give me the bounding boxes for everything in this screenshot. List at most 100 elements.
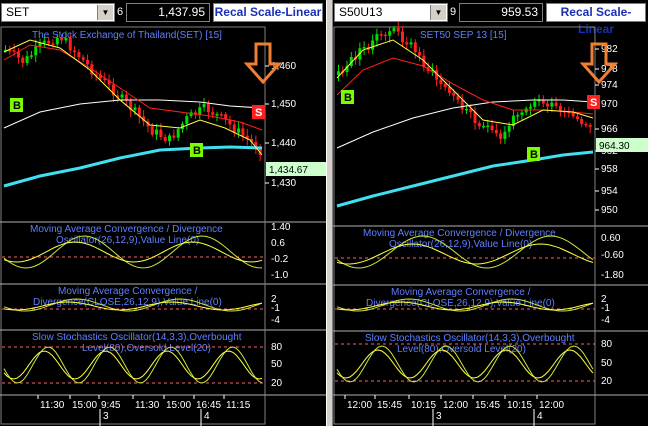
candle <box>533 101 537 107</box>
stoch-title-line1: Slow Stochastics Oscillator(14,3,3),Over… <box>365 333 575 344</box>
candle <box>120 94 124 98</box>
sell-signal-label: S <box>590 97 597 109</box>
candle <box>241 128 245 136</box>
left-chart-canvas[interactable]: The Stock Exchange of Thailand(SET) [15]… <box>0 0 326 426</box>
macd2-title-line1: Moving Average Convergence / <box>58 286 198 297</box>
day-tick-label: 3 <box>436 411 442 422</box>
ma-mid-line <box>336 57 594 115</box>
candle <box>133 107 137 111</box>
day-tick-label: 4 <box>537 411 543 422</box>
candle <box>550 102 554 107</box>
candle <box>405 42 409 45</box>
macd-tick-label: -0.2 <box>271 254 289 265</box>
candle <box>575 116 579 120</box>
candle <box>383 34 387 37</box>
candle <box>159 129 163 138</box>
macd2-tick-label: -4 <box>601 315 610 326</box>
candle <box>12 50 16 52</box>
price-tick-label: 958 <box>601 164 618 175</box>
time-tick-label: 15:45 <box>475 400 500 411</box>
candle <box>51 43 55 45</box>
candle <box>29 55 33 57</box>
price-tick-label: 954 <box>601 186 618 197</box>
macd2-tick-label: -1 <box>271 303 280 314</box>
chart-title: SET50 SEP 13 [15] <box>420 30 507 41</box>
candle <box>558 106 562 112</box>
candle <box>554 102 558 107</box>
chart-title: The Stock Exchange of Thailand(SET) [15] <box>32 30 222 41</box>
macd-tick-label: -1.80 <box>601 270 624 281</box>
macd-title-line1: Moving Average Convergence / Divergence <box>363 228 556 239</box>
macd-title-line1: Moving Average Convergence / Divergence <box>30 224 223 235</box>
candle <box>486 125 490 128</box>
time-tick-label: 10:15 <box>507 400 532 411</box>
macd-tick-label: 1.40 <box>271 222 291 233</box>
macd2-tick-label: -4 <box>271 315 280 326</box>
stoch-tick-label: 50 <box>271 359 283 370</box>
time-tick-label: 16:45 <box>196 400 221 411</box>
day-tick-label: 4 <box>204 411 210 422</box>
time-tick-label: 15:00 <box>166 400 191 411</box>
buy-signal-label: B <box>344 92 352 104</box>
macd2-tick-label: -1 <box>601 303 610 314</box>
time-tick-label: 11:30 <box>135 400 160 411</box>
candle <box>388 31 392 36</box>
candle <box>443 83 447 87</box>
stoch-tick-label: 80 <box>271 342 283 353</box>
stoch-tick-label: 50 <box>601 358 613 369</box>
price-tick-label: 970 <box>601 99 618 110</box>
candle <box>418 52 422 56</box>
current-price-label: 964.30 <box>599 141 630 152</box>
current-price-label: 1,434.67 <box>269 165 308 176</box>
time-tick-label: 15:45 <box>377 400 402 411</box>
candle <box>375 34 379 41</box>
time-tick-label: 9:45 <box>101 400 121 411</box>
candle <box>371 40 375 50</box>
candle <box>172 135 176 138</box>
candle <box>219 114 223 116</box>
candle <box>546 103 550 107</box>
candle <box>494 130 498 134</box>
candle <box>198 107 202 115</box>
candle <box>460 99 464 110</box>
candle <box>163 137 167 142</box>
right-chart-canvas[interactable]: SET50 SEP 13 [15]98297897497096696295895… <box>333 0 648 426</box>
candle <box>507 125 511 132</box>
macd2-title-line2: Divergence(CLOSE,26,12,9),Value Line(0) <box>366 298 555 309</box>
candle <box>499 133 503 139</box>
candle <box>21 57 25 63</box>
sell-signal-label: S <box>255 107 262 119</box>
stoch-title-line1: Slow Stochastics Oscillator(14,3,3),Over… <box>32 332 242 343</box>
stoch-d-line <box>3 350 263 380</box>
macd-tick-label: -0.60 <box>601 250 624 261</box>
candle <box>379 34 383 36</box>
price-tick-label: 974 <box>601 80 618 91</box>
candle <box>413 42 417 53</box>
candle <box>503 131 507 139</box>
price-tick-label: 982 <box>601 44 618 55</box>
candle <box>206 103 210 113</box>
candle <box>409 42 413 45</box>
candle <box>42 40 46 43</box>
candle <box>73 50 77 53</box>
candle <box>77 52 81 58</box>
macd2-title-line1: Moving Average Convergence / <box>391 287 531 298</box>
time-tick-label: 12:00 <box>539 400 564 411</box>
panel-splitter[interactable] <box>326 0 333 426</box>
price-tick-label: 1,440 <box>271 138 296 149</box>
candle <box>47 40 51 44</box>
ma-fast-line <box>3 39 263 156</box>
candle <box>185 116 189 124</box>
candle <box>168 135 172 142</box>
price-tick-label: 1,430 <box>271 178 296 189</box>
candle <box>477 123 481 127</box>
ma-slow-line <box>336 99 594 149</box>
candle <box>176 129 180 138</box>
candle <box>215 114 219 116</box>
candle <box>211 112 215 115</box>
candle <box>337 71 340 75</box>
buy-signal-label: B <box>530 149 538 161</box>
candle <box>392 28 396 32</box>
buy-signal-label: B <box>13 100 21 112</box>
candle <box>237 128 241 133</box>
